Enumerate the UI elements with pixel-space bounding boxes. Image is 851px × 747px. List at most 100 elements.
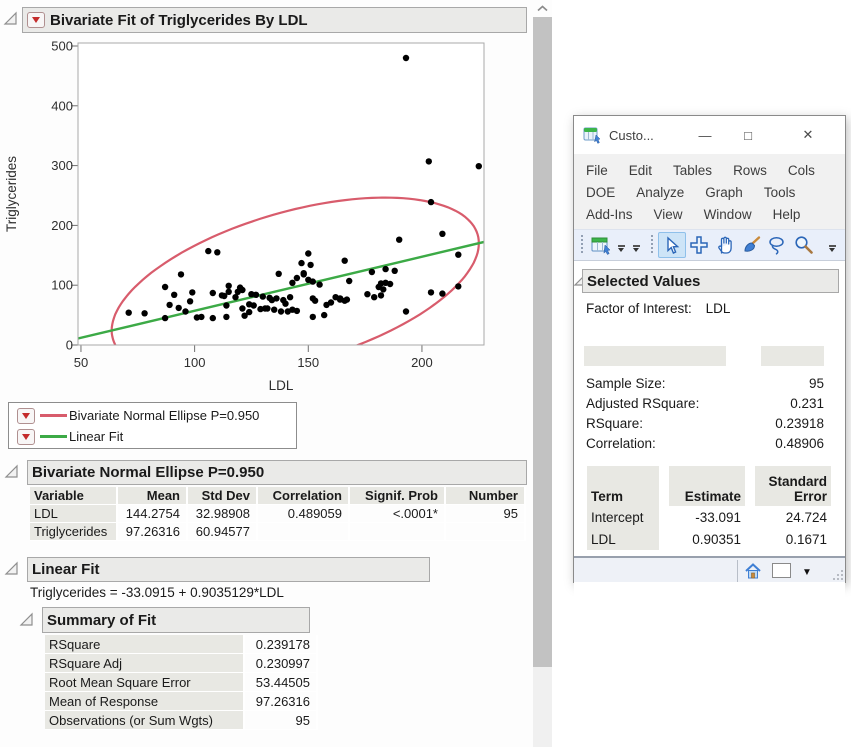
- disclosure-triangle-icon[interactable]: [4, 464, 19, 479]
- data-point[interactable]: [171, 292, 177, 298]
- data-point[interactable]: [237, 284, 243, 290]
- data-point[interactable]: [162, 284, 168, 290]
- brush-tool-button[interactable]: [738, 233, 764, 257]
- toolbar-overflow-icon[interactable]: [615, 245, 627, 252]
- data-point[interactable]: [305, 250, 311, 256]
- data-point[interactable]: [476, 163, 482, 169]
- data-point[interactable]: [248, 291, 254, 297]
- menu-edit[interactable]: Edit: [629, 163, 652, 178]
- data-point[interactable]: [287, 294, 293, 300]
- maximize-button[interactable]: □: [735, 116, 761, 154]
- data-point[interactable]: [210, 290, 216, 296]
- data-point[interactable]: [126, 310, 132, 316]
- resize-grip[interactable]: [832, 569, 844, 581]
- data-point[interactable]: [392, 268, 398, 274]
- toolbar-grip[interactable]: [650, 235, 654, 255]
- data-point[interactable]: [369, 269, 375, 275]
- linear-fit-section-bar[interactable]: Linear Fit: [27, 557, 430, 582]
- data-point[interactable]: [428, 199, 434, 205]
- menu-graph[interactable]: Graph: [705, 185, 743, 200]
- data-point[interactable]: [182, 308, 188, 314]
- selected-values-bar[interactable]: Selected Values: [582, 269, 839, 293]
- data-point[interactable]: [342, 298, 348, 304]
- data-point[interactable]: [428, 289, 434, 295]
- summary-of-fit-bar[interactable]: Summary of Fit: [42, 607, 310, 633]
- minimize-button[interactable]: —: [692, 116, 718, 154]
- data-point[interactable]: [246, 309, 252, 315]
- data-point[interactable]: [342, 258, 348, 264]
- data-point[interactable]: [307, 262, 313, 268]
- data-point[interactable]: [289, 280, 295, 286]
- red-triangle-menu-button[interactable]: [17, 429, 35, 445]
- scatter-plot[interactable]: 010020030040050050100150200LDLTriglyceri…: [0, 33, 533, 403]
- toolbar-overflow-icon[interactable]: [630, 245, 642, 252]
- data-point[interactable]: [223, 314, 229, 320]
- disclosure-triangle-icon[interactable]: [4, 561, 19, 576]
- tool-window-titlebar[interactable]: Custo... — □ ✕: [574, 116, 845, 154]
- menu-window[interactable]: Window: [704, 207, 752, 222]
- data-point[interactable]: [378, 292, 384, 298]
- data-point[interactable]: [316, 281, 322, 287]
- data-point[interactable]: [321, 312, 327, 318]
- data-point[interactable]: [426, 158, 432, 164]
- ellipse-section-bar[interactable]: Bivariate Normal Ellipse P=0.950: [27, 460, 527, 485]
- data-point[interactable]: [166, 302, 172, 308]
- blank-field[interactable]: [584, 346, 726, 366]
- scrollbar-thumb[interactable]: [533, 17, 552, 667]
- lasso-tool-button[interactable]: [764, 233, 790, 257]
- data-point[interactable]: [271, 307, 277, 313]
- data-point[interactable]: [310, 278, 316, 284]
- data-point[interactable]: [187, 298, 193, 304]
- data-point[interactable]: [310, 314, 316, 320]
- data-point[interactable]: [439, 231, 445, 237]
- data-point[interactable]: [294, 308, 300, 314]
- menu-addins[interactable]: Add-Ins: [586, 207, 633, 222]
- data-point[interactable]: [251, 302, 257, 308]
- crosshair-tool-button[interactable]: [686, 233, 712, 257]
- data-point[interactable]: [364, 291, 370, 297]
- data-point[interactable]: [278, 308, 284, 314]
- data-point[interactable]: [189, 289, 195, 295]
- data-point[interactable]: [194, 314, 200, 320]
- data-point[interactable]: [178, 271, 184, 277]
- scrollbar-up-button[interactable]: [533, 0, 552, 17]
- data-point[interactable]: [214, 249, 220, 255]
- arrow-tool-button[interactable]: [658, 232, 686, 258]
- menu-cols[interactable]: Cols: [788, 163, 815, 178]
- data-point[interactable]: [382, 280, 388, 286]
- data-point[interactable]: [221, 293, 227, 299]
- menu-file[interactable]: File: [586, 163, 608, 178]
- data-point[interactable]: [439, 290, 445, 296]
- data-point[interactable]: [223, 302, 229, 308]
- home-icon[interactable]: [744, 563, 762, 579]
- menu-rows[interactable]: Rows: [733, 163, 767, 178]
- data-point[interactable]: [312, 298, 318, 304]
- data-point[interactable]: [210, 315, 216, 321]
- data-point[interactable]: [376, 284, 382, 290]
- menu-doe[interactable]: DOE: [586, 185, 615, 200]
- data-point[interactable]: [294, 275, 300, 281]
- data-point[interactable]: [269, 297, 275, 303]
- report-title-bar[interactable]: Bivariate Fit of Triglycerides By LDL: [22, 7, 527, 33]
- data-point[interactable]: [403, 55, 409, 61]
- data-point[interactable]: [239, 305, 245, 311]
- data-point[interactable]: [282, 301, 288, 307]
- menu-tables[interactable]: Tables: [673, 163, 712, 178]
- data-point[interactable]: [232, 294, 238, 300]
- data-point[interactable]: [328, 299, 334, 305]
- red-triangle-menu-button[interactable]: [17, 408, 35, 424]
- data-point[interactable]: [262, 305, 268, 311]
- data-point[interactable]: [396, 237, 402, 243]
- hand-tool-button[interactable]: [712, 233, 738, 257]
- data-point[interactable]: [403, 308, 409, 314]
- menu-help[interactable]: Help: [773, 207, 801, 222]
- disclosure-triangle-icon[interactable]: [3, 11, 18, 26]
- menu-analyze[interactable]: Analyze: [636, 185, 684, 200]
- vertical-scrollbar[interactable]: [533, 0, 552, 747]
- data-point[interactable]: [141, 310, 147, 316]
- data-point[interactable]: [162, 315, 168, 321]
- data-point[interactable]: [276, 271, 282, 277]
- magnifier-tool-button[interactable]: [790, 233, 816, 257]
- toolbar-grip[interactable]: [580, 235, 584, 255]
- data-point[interactable]: [346, 278, 352, 284]
